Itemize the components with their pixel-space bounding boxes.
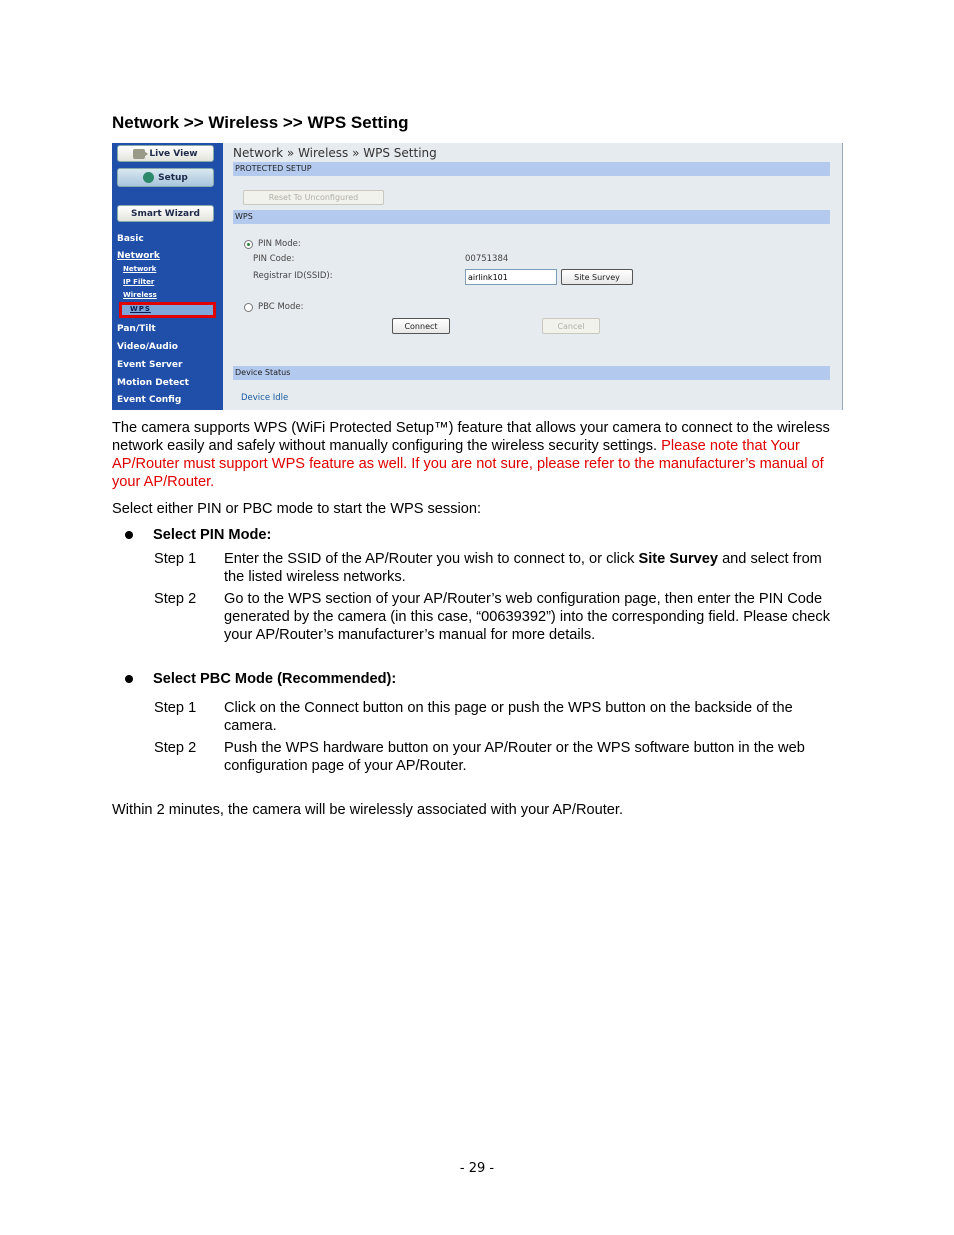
cancel-button[interactable]: Cancel bbox=[542, 318, 600, 334]
pin-step-1: Step 1 Enter the SSID of the AP/Router y… bbox=[154, 550, 844, 586]
pin-mode-title: Select PIN Mode: bbox=[153, 527, 272, 543]
sidebar-subitem-wps-highlighted[interactable]: WPS bbox=[119, 302, 216, 318]
step-label: Step 1 bbox=[154, 700, 197, 716]
wps-content: Network » Wireless » WPS Setting PROTECT… bbox=[230, 143, 842, 410]
step-text: Go to the WPS section of your AP/Router’… bbox=[224, 591, 830, 643]
pin-mode-heading: Select PIN Mode: bbox=[125, 527, 271, 543]
wps-label: WPS bbox=[130, 305, 151, 313]
site-survey-button[interactable]: Site Survey bbox=[561, 269, 633, 285]
pbc-mode-radio[interactable] bbox=[244, 303, 253, 312]
section-title: Network >> Wireless >> WPS Setting bbox=[112, 113, 409, 132]
step-label: Step 2 bbox=[154, 740, 197, 756]
live-view-label: Live View bbox=[149, 148, 198, 159]
sidebar-item-video-audio[interactable]: Video/Audio bbox=[117, 342, 178, 352]
sidebar-item-pan-tilt[interactable]: Pan/Tilt bbox=[117, 324, 156, 334]
step-label: Step 2 bbox=[154, 591, 197, 607]
step-text: Click on the Connect button on this page… bbox=[224, 700, 793, 734]
wps-header: WPS bbox=[233, 210, 830, 224]
pbc-mode-title: Select PBC Mode (Recommended): bbox=[153, 671, 397, 687]
sidebar-item-event-config[interactable]: Event Config bbox=[117, 395, 181, 405]
sidebar-subitem-wireless[interactable]: Wireless bbox=[123, 291, 157, 299]
smart-wizard-button[interactable]: Smart Wizard bbox=[117, 205, 214, 222]
device-status-header: Device Status bbox=[233, 366, 830, 380]
pbc-mode-heading: Select PBC Mode (Recommended): bbox=[125, 671, 396, 687]
registrar-id-label: Registrar ID(SSID): bbox=[253, 271, 333, 281]
setup-label: Setup bbox=[158, 172, 188, 183]
step-text: Enter the SSID of the AP/Router you wish… bbox=[224, 551, 822, 585]
registrar-id-input[interactable] bbox=[465, 269, 557, 285]
pbc-step-2: Step 2 Push the WPS hardware button on y… bbox=[154, 739, 844, 775]
sidebar-item-motion-detect[interactable]: Motion Detect bbox=[117, 378, 189, 388]
bullet-icon bbox=[125, 531, 133, 540]
setup-clock-icon bbox=[143, 172, 155, 183]
pin-code-label: PIN Code: bbox=[253, 254, 295, 264]
sidebar-subitem-ip-filter[interactable]: IP Filter bbox=[123, 278, 154, 286]
live-view-button[interactable]: Live View bbox=[117, 145, 214, 162]
pbc-mode-label: PBC Mode: bbox=[258, 302, 304, 312]
closing-paragraph: Within 2 minutes, the camera will be wir… bbox=[112, 802, 623, 818]
sidebar-subitem-network[interactable]: Network bbox=[123, 265, 156, 273]
protected-setup-header: PROTECTED SETUP bbox=[233, 162, 830, 176]
sidebar: Live View Setup Smart Wizard Basic Netwo… bbox=[112, 143, 223, 410]
wps-setting-screenshot: Live View Setup Smart Wizard Basic Netwo… bbox=[112, 143, 843, 410]
video-camera-icon bbox=[133, 148, 149, 159]
sidebar-item-basic[interactable]: Basic bbox=[117, 234, 144, 244]
pin-code-value: 00751384 bbox=[465, 254, 509, 264]
step-text: Push the WPS hardware button on your AP/… bbox=[224, 740, 805, 774]
pin-step-2: Step 2 Go to the WPS section of your AP/… bbox=[154, 590, 844, 644]
pbc-step-1: Step 1 Click on the Connect button on th… bbox=[154, 699, 844, 735]
pin-mode-radio[interactable] bbox=[244, 240, 253, 249]
step-label: Step 1 bbox=[154, 551, 197, 567]
page-number: - 29 - bbox=[459, 1161, 495, 1176]
sidebar-item-network[interactable]: Network bbox=[117, 251, 160, 261]
device-status-value: Device Idle bbox=[241, 393, 289, 403]
connect-button[interactable]: Connect bbox=[392, 318, 450, 334]
sidebar-item-event-server[interactable]: Event Server bbox=[117, 360, 182, 370]
reset-to-unconfigured-button[interactable]: Reset To Unconfigured bbox=[243, 190, 384, 205]
bullet-icon bbox=[125, 675, 133, 684]
select-mode-line: Select either PIN or PBC mode to start t… bbox=[112, 501, 482, 517]
breadcrumb: Network » Wireless » WPS Setting bbox=[233, 146, 437, 160]
setup-button[interactable]: Setup bbox=[117, 168, 214, 187]
pin-mode-label: PIN Mode: bbox=[258, 239, 301, 249]
intro-paragraph: The camera supports WPS (WiFi Protected … bbox=[112, 419, 842, 491]
site-survey-emphasis: Site Survey bbox=[638, 551, 719, 567]
